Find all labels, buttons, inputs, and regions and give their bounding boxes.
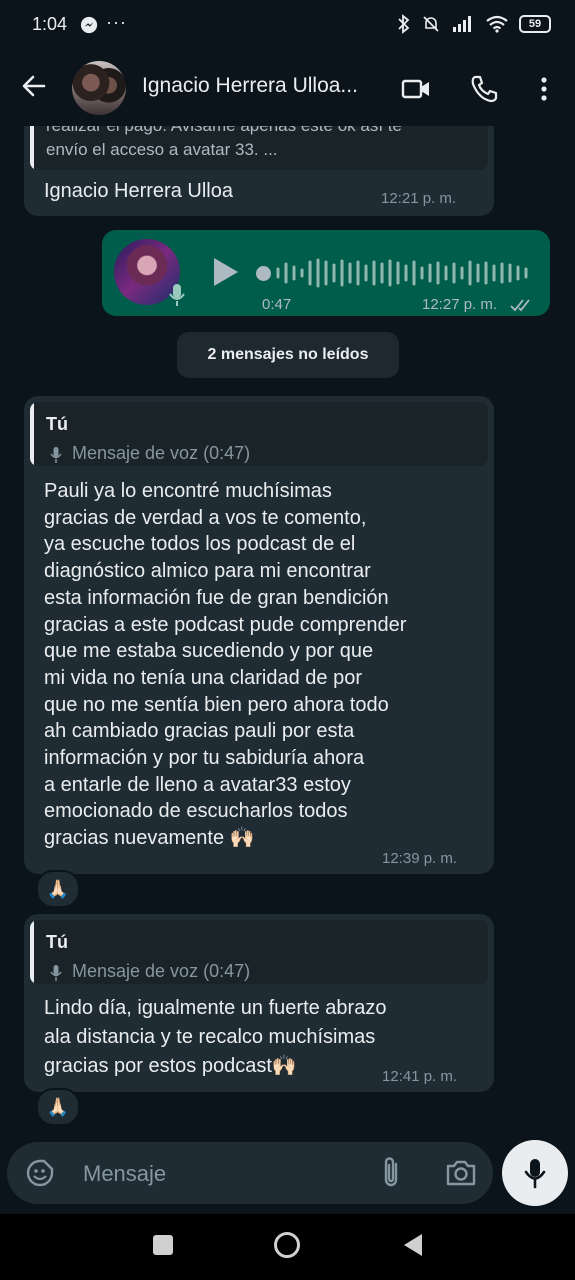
camera-icon[interactable] xyxy=(445,1158,477,1188)
quote-author: Tú xyxy=(46,932,68,952)
mic-icon xyxy=(524,1159,546,1189)
muted-bell-icon xyxy=(423,16,439,32)
video-call-icon[interactable] xyxy=(400,73,432,105)
message-time: 12:27 p. m. xyxy=(422,296,498,313)
status-icons: 59 xyxy=(397,14,551,34)
back-button[interactable] xyxy=(402,1232,424,1258)
status-time: 1:04 xyxy=(32,14,68,34)
quoted-message[interactable]: realizar el pago. Avisame apenas este ok… xyxy=(30,126,488,170)
back-arrow-icon[interactable] xyxy=(20,72,48,100)
quote-author: Tú xyxy=(46,414,68,434)
message-author-text: Ignacio Herrera Ulloa xyxy=(44,180,233,202)
wifi-icon xyxy=(486,15,508,33)
chat-header: Ignacio Herrera Ulloa... xyxy=(0,52,575,126)
battery-indicator: 59 xyxy=(519,15,551,33)
system-nav-bar xyxy=(0,1214,575,1280)
bluetooth-icon xyxy=(398,14,410,34)
avatar[interactable] xyxy=(72,61,126,115)
message-bubble-1[interactable]: Tú Mensaje de voz (0:47) Pauli ya lo enc… xyxy=(24,396,494,874)
voice-message-outgoing[interactable]: 0:47 12:27 p. m. xyxy=(102,230,550,316)
quoted-voice-message[interactable]: Tú Mensaje de voz (0:47) xyxy=(30,402,488,466)
voice-duration: 0:47 xyxy=(262,296,292,313)
unread-messages-divider: 2 mensajes no leídos xyxy=(177,332,399,378)
message-input[interactable] xyxy=(81,1155,375,1193)
message-bubble-partial[interactable]: realizar el pago. Avisame apenas este ok… xyxy=(24,126,494,216)
more-vert-icon[interactable] xyxy=(528,73,560,105)
quote-subtitle: Mensaje de voz (0:47) xyxy=(72,443,251,463)
messenger-icon xyxy=(80,16,98,34)
double-check-icon xyxy=(510,299,530,312)
message-time: 12:39 p. m. xyxy=(382,850,458,867)
reaction-badge[interactable]: 🙏🏻 xyxy=(36,1088,80,1126)
quoted-text: realizar el pago. Avisame apenas este ok… xyxy=(46,126,402,159)
voice-progress-dot[interactable] xyxy=(256,266,271,281)
message-bubble-2[interactable]: Tú Mensaje de voz (0:47) Lindo día, igua… xyxy=(24,914,494,1092)
phone-icon[interactable] xyxy=(468,73,500,105)
play-icon[interactable] xyxy=(208,254,242,290)
recent-apps-button[interactable] xyxy=(153,1235,173,1255)
mic-icon xyxy=(50,447,62,463)
attach-icon[interactable] xyxy=(379,1156,403,1190)
emoji-icon[interactable] xyxy=(25,1158,55,1188)
home-button[interactable] xyxy=(274,1232,300,1258)
mic-icon xyxy=(50,965,62,981)
more-notifications-icon: ··· xyxy=(106,12,127,32)
mic-icon xyxy=(169,284,185,306)
quoted-voice-message[interactable]: Tú Mensaje de voz (0:47) xyxy=(30,920,488,984)
message-time: 12:21 p. m. xyxy=(381,190,457,207)
message-time: 12:41 p. m. xyxy=(382,1068,458,1085)
quote-subtitle: Mensaje de voz (0:47) xyxy=(72,961,251,981)
reaction-badge[interactable]: 🙏🏻 xyxy=(36,870,80,908)
voice-waveform[interactable] xyxy=(274,256,532,290)
signal-icon xyxy=(453,16,471,32)
message-text: Pauli ya lo encontré muchísimas gracias … xyxy=(44,480,407,850)
contact-name[interactable]: Ignacio Herrera Ulloa... xyxy=(142,74,392,98)
chat-area: realizar el pago. Avisame apenas este ok… xyxy=(0,126,575,1138)
status-bar: 1:04 ··· 59 xyxy=(0,0,575,52)
voice-record-button[interactable] xyxy=(502,1140,568,1206)
message-composer xyxy=(7,1142,493,1204)
